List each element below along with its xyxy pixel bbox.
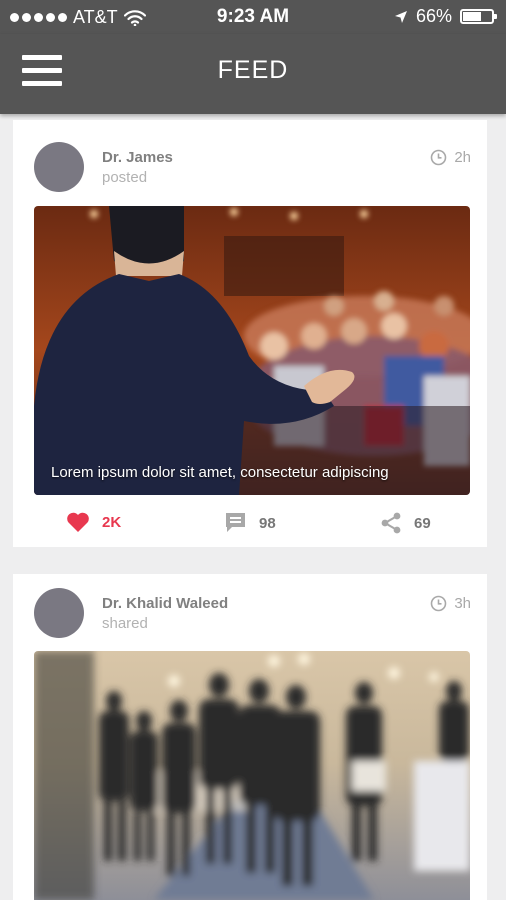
speaker-at-conference-photo (34, 206, 470, 495)
location-arrow-icon (394, 10, 407, 23)
like-button[interactable]: 2K (66, 512, 121, 533)
like-count: 2K (102, 514, 122, 531)
status-bar: AT&T 9:23 AM 66% (0, 0, 506, 34)
post-action: posted (102, 169, 148, 186)
avatar[interactable] (34, 142, 84, 192)
post-image[interactable]: Lorem ipsum dolor sit amet, consectetur … (34, 206, 470, 495)
heart-icon (67, 512, 89, 532)
comment-icon (226, 513, 245, 532)
blurred-event-crowd-photo (34, 651, 470, 900)
author-name[interactable]: Dr. James (102, 149, 173, 166)
comment-button[interactable]: 98 (224, 512, 276, 534)
feed-card[interactable]: Dr. James posted 2h Lorem ipsum dolor si… (13, 120, 487, 547)
share-count: 69 (414, 514, 431, 532)
image-caption: Lorem ipsum dolor sit amet, consectetur … (51, 464, 389, 481)
comment-count: 98 (259, 514, 276, 532)
feed-card[interactable]: Dr. Khalid Waleed shared 3h (13, 574, 487, 900)
post-image[interactable] (34, 651, 470, 900)
post-time: 3h (430, 595, 471, 612)
app-header: FEED (0, 34, 506, 114)
battery-percent: 66% (415, 6, 452, 26)
page-title: FEED (217, 56, 289, 84)
time-ago: 3h (454, 595, 471, 612)
post-actions: 2K 98 69 (13, 512, 487, 552)
battery-icon (460, 9, 497, 24)
post-time: 2h (430, 149, 471, 166)
avatar[interactable] (34, 588, 84, 638)
post-action: shared (102, 615, 148, 632)
time-ago: 2h (454, 149, 471, 166)
clock-icon (431, 595, 447, 612)
status-right: 66% (394, 6, 497, 27)
share-icon (381, 512, 401, 534)
share-button[interactable]: 69 (380, 512, 431, 534)
author-name[interactable]: Dr. Khalid Waleed (102, 595, 228, 612)
clock-icon (431, 149, 447, 166)
